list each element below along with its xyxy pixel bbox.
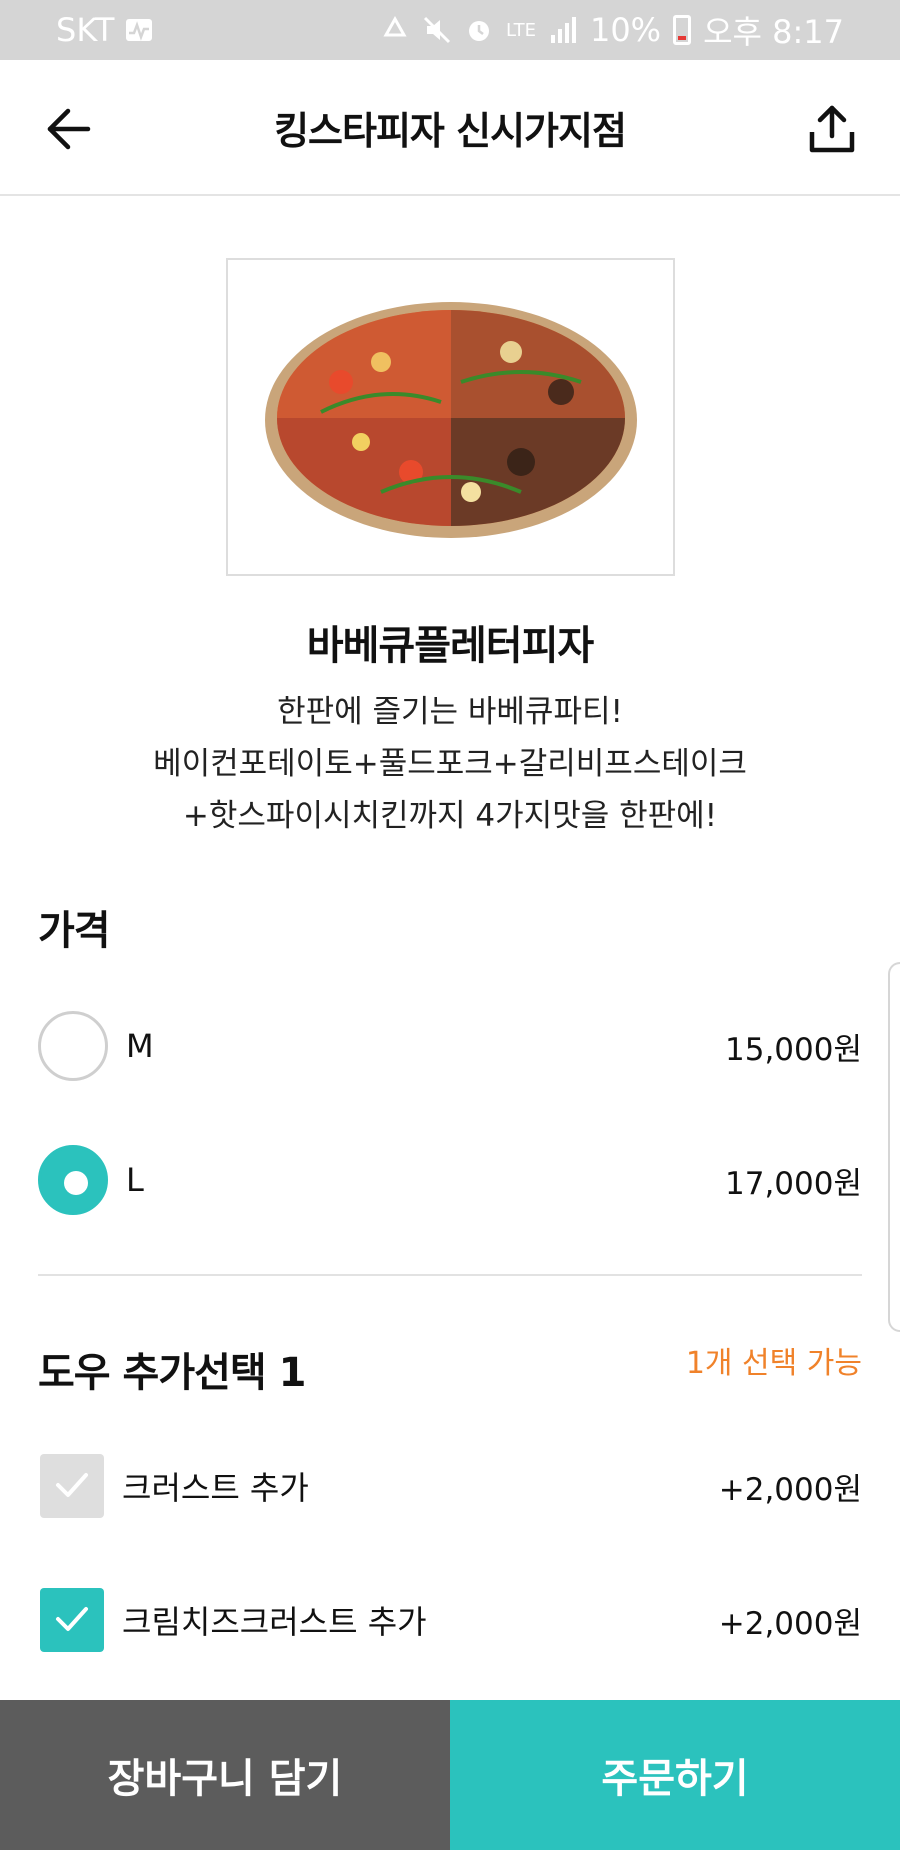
option-label: 크림치즈크러스트 추가 <box>122 1603 427 1641</box>
description-line: +핫스파이시치킨까지 4가지맛을 한판에! <box>182 798 718 834</box>
battery-percent: 10% <box>589 11 662 49</box>
signal-icon <box>550 17 576 43</box>
check-icon <box>56 1473 88 1497</box>
order-button[interactable]: 주문하기 <box>450 1700 900 1850</box>
add-to-cart-button[interactable]: 장바구니 담기 <box>0 1700 450 1850</box>
dough-option-crust[interactable]: 크러스트 추가 +2,000원 <box>38 1450 862 1522</box>
mute-icon <box>423 16 451 44</box>
radio-button-selected[interactable] <box>38 1145 108 1215</box>
battery-icon <box>673 15 692 45</box>
check-icon <box>56 1607 88 1631</box>
product-description: 한판에 즐기는 바베큐파티! 베이컨포테이토+풀드포크+갈리비프스테이크 +핫스… <box>0 686 900 842</box>
clock: 오후 8:17 <box>703 13 844 51</box>
pizza-illustration <box>264 302 637 538</box>
recycle-icon <box>383 15 407 37</box>
price-section-title: 가격 <box>38 908 111 954</box>
checkbox-checked[interactable] <box>40 1588 104 1652</box>
selection-limit-hint: 1개 선택 가능 <box>685 1346 862 1381</box>
back-arrow-icon[interactable] <box>44 104 94 154</box>
share-icon[interactable] <box>808 104 856 154</box>
menu-detail: 바베큐플레터피자 한판에 즐기는 바베큐파티! 베이컨포테이토+풀드포크+갈리비… <box>0 198 900 1700</box>
page-title: 킹스타피자 신시가지점 <box>274 108 627 153</box>
radio-button[interactable] <box>38 1011 108 1081</box>
price-option-l[interactable]: L 17,000원 <box>38 1144 862 1216</box>
status-bar: SKT LTE 10% 오후 8:17 <box>0 0 900 60</box>
option-label: 크러스트 추가 <box>122 1469 309 1507</box>
option-label: M <box>126 1027 154 1065</box>
app-bar: 킹스타피자 신시가지점 <box>0 60 900 196</box>
network-label: LTE <box>506 19 536 41</box>
price-option-m[interactable]: M 15,000원 <box>38 1010 862 1082</box>
option-label: L <box>126 1161 144 1199</box>
description-line: 베이컨포테이토+풀드포크+갈리비프스테이크 <box>153 746 747 782</box>
product-name: 바베큐플레터피자 <box>306 623 594 669</box>
option-price: +2,000원 <box>718 1605 862 1642</box>
section-divider <box>38 1274 862 1276</box>
carrier-label: SKT <box>56 11 115 49</box>
alarm-icon <box>469 21 490 41</box>
product-image <box>226 258 675 576</box>
activity-icon <box>126 19 153 41</box>
checkbox[interactable] <box>40 1454 104 1518</box>
option-price: 17,000원 <box>725 1165 862 1202</box>
dough-option-cream-cheese-crust[interactable]: 크림치즈크러스트 추가 +2,000원 <box>38 1584 862 1656</box>
dough-section-title: 도우 추가선택 1 <box>38 1350 306 1396</box>
bottom-action-bar: 장바구니 담기 주문하기 <box>0 1700 900 1850</box>
edge-panel-handle[interactable] <box>888 962 900 1332</box>
option-price: 15,000원 <box>725 1031 862 1068</box>
option-price: +2,000원 <box>718 1471 862 1508</box>
description-line: 한판에 즐기는 바베큐파티! <box>277 694 623 730</box>
